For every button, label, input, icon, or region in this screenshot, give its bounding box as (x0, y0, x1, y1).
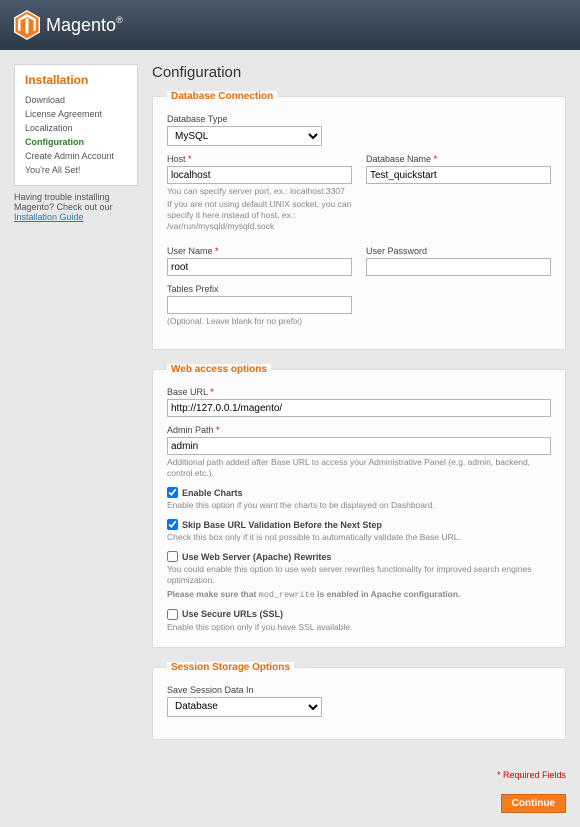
nav-create-admin[interactable]: Create Admin Account (25, 149, 127, 163)
sidebar-title: Installation (25, 73, 127, 87)
brand-logo: Magento® (14, 10, 123, 40)
ssl-label: Use Secure URLs (SSL) (182, 609, 283, 619)
db-prefix-label: Tables Prefix (167, 284, 352, 294)
web-access-fieldset: Web access options Base URL * Admin Path… (152, 364, 566, 647)
admin-path-hint: Additional path added after Base URL to … (167, 457, 551, 479)
db-legend: Database Connection (167, 91, 277, 102)
ssl-checkbox[interactable] (167, 609, 178, 620)
base-url-label: Base URL * (167, 387, 551, 397)
db-name-input[interactable] (366, 166, 551, 184)
skip-validation-hint: Check this box only if it is not possibl… (167, 532, 551, 543)
db-prefix-hint: (Optional. Leave blank for no prefix) (167, 316, 352, 327)
session-storage-fieldset: Session Storage Options Save Session Dat… (152, 662, 566, 740)
db-type-select[interactable]: MySQL (167, 126, 322, 146)
db-host-hint1: You can specify server port, ex.: localh… (167, 186, 352, 197)
nav-all-set[interactable]: You're All Set! (25, 163, 127, 177)
nav-configuration[interactable]: Configuration (25, 135, 127, 149)
continue-button[interactable]: Continue (501, 794, 566, 813)
skip-validation-label: Skip Base URL Validation Before the Next… (182, 520, 382, 530)
enable-charts-checkbox[interactable] (167, 487, 178, 498)
page-title: Configuration (152, 64, 566, 81)
db-user-label: User Name * (167, 246, 352, 256)
help-text: Having trouble installing Magento? Check… (14, 192, 113, 212)
db-host-label: Host * (167, 154, 352, 164)
admin-path-input[interactable] (167, 437, 551, 455)
ssl-hint: Enable this option only if you have SSL … (167, 622, 551, 633)
enable-charts-hint: Enable this option if you want the chart… (167, 500, 551, 511)
app-header: Magento® (0, 0, 580, 50)
install-steps-sidebar: Installation Download License Agreement … (14, 64, 138, 186)
nav-license[interactable]: License Agreement (25, 107, 127, 121)
db-name-label: Database Name * (366, 154, 551, 164)
magento-icon (14, 10, 40, 40)
base-url-input[interactable] (167, 399, 551, 417)
db-prefix-input[interactable] (167, 296, 352, 314)
required-fields-note: * Required Fields (497, 770, 566, 780)
nav-localization[interactable]: Localization (25, 121, 127, 135)
session-label: Save Session Data In (167, 685, 322, 695)
rewrites-hint1: You could enable this option to use web … (167, 564, 551, 586)
db-host-hint2: If you are not using default UNIX socket… (167, 199, 352, 232)
enable-charts-label: Enable Charts (182, 488, 243, 498)
database-connection-fieldset: Database Connection Database Type MySQL … (152, 91, 566, 350)
db-pass-label: User Password (366, 246, 551, 256)
installation-guide-link[interactable]: Installation Guide (14, 212, 84, 222)
admin-path-label: Admin Path * (167, 425, 551, 435)
rewrites-hint2: Please make sure that mod_rewrite is ena… (167, 589, 551, 601)
db-user-input[interactable] (167, 258, 352, 276)
brand-name: Magento® (46, 15, 123, 36)
db-type-label: Database Type (167, 114, 322, 124)
help-box: Having trouble installing Magento? Check… (14, 186, 138, 228)
web-legend: Web access options (167, 364, 271, 375)
skip-validation-checkbox[interactable] (167, 519, 178, 530)
nav-download[interactable]: Download (25, 93, 127, 107)
rewrites-label: Use Web Server (Apache) Rewrites (182, 552, 331, 562)
session-legend: Session Storage Options (167, 662, 294, 673)
rewrites-checkbox[interactable] (167, 551, 178, 562)
db-pass-input[interactable] (366, 258, 551, 276)
db-host-input[interactable] (167, 166, 352, 184)
session-select[interactable]: Database (167, 697, 322, 717)
